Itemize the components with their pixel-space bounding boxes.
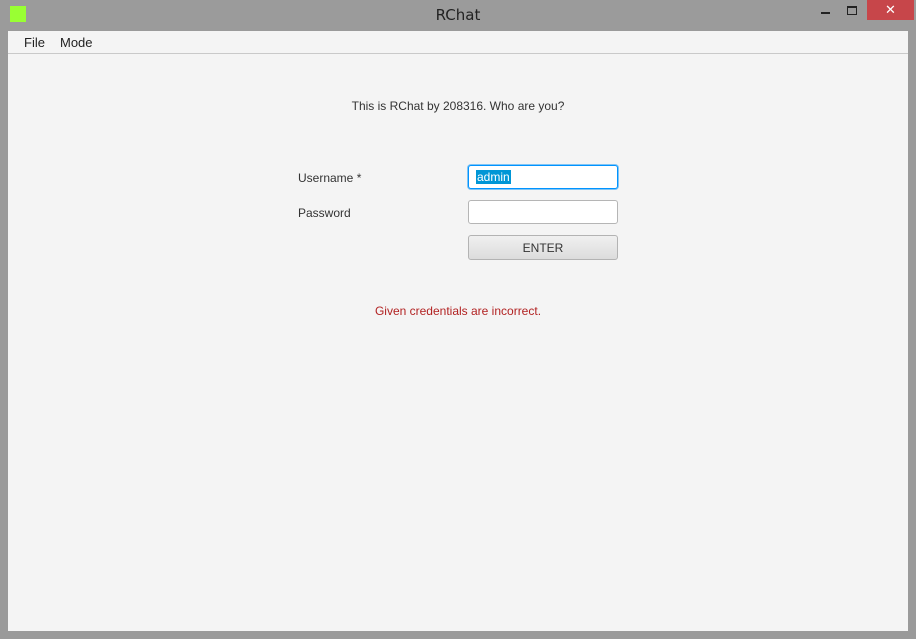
username-label: Username *	[298, 171, 362, 185]
password-label: Password	[298, 206, 351, 220]
close-button[interactable]: ✕	[867, 0, 914, 20]
title-bar[interactable]: RChat ✕	[0, 0, 916, 30]
menu-mode[interactable]: Mode	[60, 35, 93, 50]
window-title: RChat	[435, 6, 481, 24]
username-value: admin	[476, 170, 511, 184]
login-panel: This is RChat by 208316. Who are you? Us…	[8, 54, 908, 631]
menu-file[interactable]: File	[24, 35, 45, 50]
greeting-text: This is RChat by 208316. Who are you?	[351, 99, 565, 113]
password-field[interactable]	[468, 200, 618, 224]
app-window: RChat ✕ File Mode This is RChat by 20831…	[0, 0, 916, 639]
enter-button[interactable]: ENTER	[468, 235, 618, 260]
maximize-button[interactable]	[835, 0, 869, 20]
minimize-icon	[820, 12, 830, 14]
username-field[interactable]: admin	[468, 165, 618, 189]
maximize-icon	[847, 5, 857, 15]
error-message: Given credentials are incorrect.	[374, 304, 542, 318]
close-icon: ✕	[885, 2, 896, 18]
menu-bar: File Mode	[8, 31, 908, 54]
